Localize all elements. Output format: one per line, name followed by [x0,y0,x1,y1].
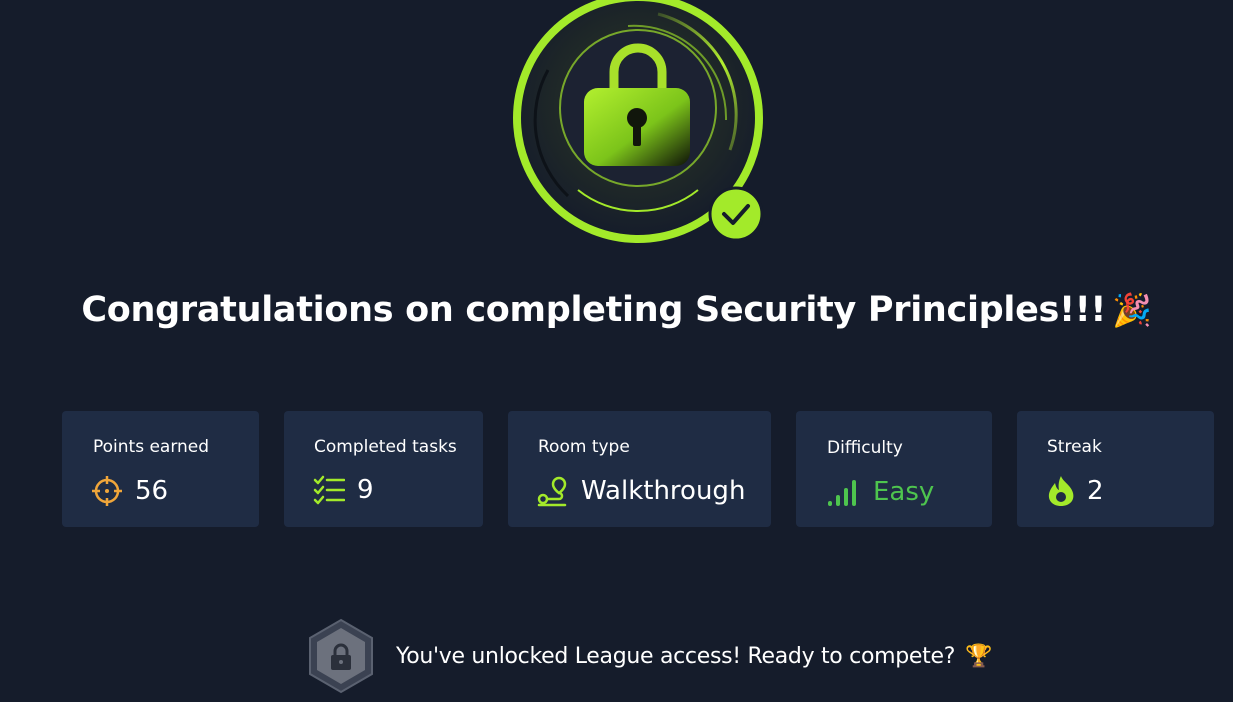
room-type-value: Walkthrough [581,476,746,506]
streak-value-row: 2 [1047,475,1104,507]
stat-card-room-type: Room type Walkthrough [508,411,771,527]
completion-badge [513,0,764,243]
signal-bars-icon [828,480,856,506]
points-label: Points earned [93,437,210,457]
stat-card-tasks: Completed tasks 9 [284,411,483,527]
checklist-icon [313,475,345,505]
league-text: You've unlocked League access! Ready to … [396,643,956,669]
crosshair-icon [92,476,122,506]
stat-card-streak: Streak 2 [1017,411,1214,527]
tasks-value-row: 9 [313,475,374,505]
party-popper-emoji: 🎉 [1112,291,1152,329]
streak-value: 2 [1087,476,1104,506]
stat-card-points: Points earned 56 [62,411,259,527]
tasks-value: 9 [357,475,374,505]
points-value-row: 56 [91,475,168,507]
difficulty-label: Difficulty [827,438,903,458]
hexagon-lock-icon [309,618,373,694]
check-icon [708,186,764,242]
room-type-label: Room type [538,437,630,457]
flame-icon [1048,476,1074,506]
room-type-value-row: Walkthrough [537,475,745,507]
route-icon [537,476,567,507]
page-title: Congratulations on completing Security P… [0,290,1233,330]
tasks-label: Completed tasks [314,437,457,457]
points-value: 56 [135,476,169,506]
league-banner: You've unlocked League access! Ready to … [308,618,993,694]
trophy-emoji: 🏆 [965,643,993,669]
stat-card-difficulty: Difficulty Easy [796,411,992,527]
streak-label: Streak [1047,437,1102,457]
difficulty-value-row: Easy [827,477,934,507]
title-text: Congratulations on completing Security P… [81,290,1107,330]
difficulty-value: Easy [873,477,935,507]
